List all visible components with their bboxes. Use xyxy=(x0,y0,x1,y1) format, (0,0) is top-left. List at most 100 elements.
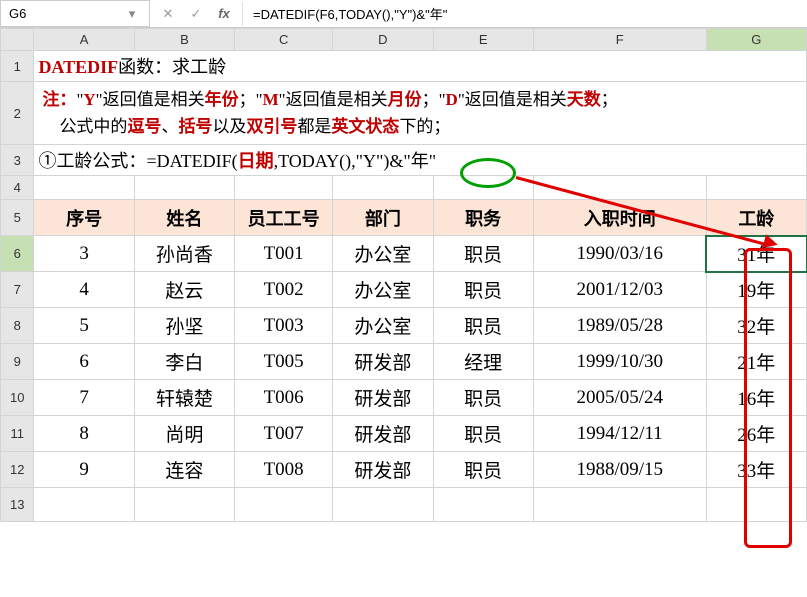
cell-A9[interactable]: 6 xyxy=(34,344,134,380)
row-header-11[interactable]: 11 xyxy=(1,416,34,452)
cell-A4[interactable] xyxy=(34,176,134,200)
row-header-4[interactable]: 4 xyxy=(1,176,34,200)
hdr-dept[interactable]: 部门 xyxy=(333,200,433,236)
col-header-G[interactable]: G xyxy=(706,29,806,51)
formula-input[interactable]: =DATEDIF(F6,TODAY(),"Y")&"年" xyxy=(243,2,807,25)
hdr-hiredate[interactable]: 入职时间 xyxy=(533,200,706,236)
name-box[interactable]: G6 ▾ xyxy=(0,0,150,27)
cell-G9[interactable]: 21年 xyxy=(706,344,806,380)
cell-A11[interactable]: 8 xyxy=(34,416,134,452)
cell-C10[interactable]: T006 xyxy=(235,380,333,416)
cell-B11[interactable]: 尚明 xyxy=(134,416,234,452)
cell-title[interactable]: DATEDIF函数：求工龄 xyxy=(34,51,807,82)
cell-C11[interactable]: T007 xyxy=(235,416,333,452)
col-header-C[interactable]: C xyxy=(235,29,333,51)
col-header-A[interactable]: A xyxy=(34,29,134,51)
cell-D9[interactable]: 研发部 xyxy=(333,344,433,380)
cell-C7[interactable]: T002 xyxy=(235,272,333,308)
cell-A7[interactable]: 4 xyxy=(34,272,134,308)
row-header-3[interactable]: 3 xyxy=(1,145,34,176)
hdr-name[interactable]: 姓名 xyxy=(134,200,234,236)
cell-E7[interactable]: 职员 xyxy=(433,272,533,308)
cancel-formula-icon[interactable]: ✕ xyxy=(154,2,182,26)
cell-C4[interactable] xyxy=(235,176,333,200)
cell-D4[interactable] xyxy=(333,176,433,200)
row-header-6[interactable]: 6 xyxy=(1,236,34,272)
cell-G4[interactable] xyxy=(706,176,806,200)
row-header-5[interactable]: 5 xyxy=(1,200,34,236)
cell-F8[interactable]: 1989/05/28 xyxy=(533,308,706,344)
fx-icon[interactable]: fx xyxy=(210,2,238,26)
cell-B9[interactable]: 李白 xyxy=(134,344,234,380)
cell-D6[interactable]: 办公室 xyxy=(333,236,433,272)
col-header-F[interactable]: F xyxy=(533,29,706,51)
cell-E11[interactable]: 职员 xyxy=(433,416,533,452)
row-header-7[interactable]: 7 xyxy=(1,272,34,308)
row-header-1[interactable]: 1 xyxy=(1,51,34,82)
hdr-pos[interactable]: 职务 xyxy=(433,200,533,236)
cell-E6[interactable]: 职员 xyxy=(433,236,533,272)
cell-F6[interactable]: 1990/03/16 xyxy=(533,236,706,272)
cell-F12[interactable]: 1988/09/15 xyxy=(533,452,706,488)
hdr-seq[interactable]: 序号 xyxy=(34,200,134,236)
hdr-tenure[interactable]: 工龄 xyxy=(706,200,806,236)
cell-E10[interactable]: 职员 xyxy=(433,380,533,416)
cell-A13[interactable] xyxy=(34,488,134,522)
cell-F11[interactable]: 1994/12/11 xyxy=(533,416,706,452)
cell-B13[interactable] xyxy=(134,488,234,522)
cell-F10[interactable]: 2005/05/24 xyxy=(533,380,706,416)
cell-B7[interactable]: 赵云 xyxy=(134,272,234,308)
cell-G12[interactable]: 33年 xyxy=(706,452,806,488)
name-box-dropdown-icon[interactable]: ▾ xyxy=(123,5,141,23)
cell-E8[interactable]: 职员 xyxy=(433,308,533,344)
cell-E12[interactable]: 职员 xyxy=(433,452,533,488)
cell-G7[interactable]: 19年 xyxy=(706,272,806,308)
hdr-empid[interactable]: 员工工号 xyxy=(235,200,333,236)
cell-D11[interactable]: 研发部 xyxy=(333,416,433,452)
cell-G11[interactable]: 26年 xyxy=(706,416,806,452)
col-header-E[interactable]: E xyxy=(433,29,533,51)
select-all-corner[interactable] xyxy=(1,29,34,51)
cell-E13[interactable] xyxy=(433,488,533,522)
row-header-13[interactable]: 13 xyxy=(1,488,34,522)
cell-note[interactable]: 注："Y"返回值是相关年份；"M"返回值是相关月份；"D"返回值是相关天数； 公… xyxy=(34,82,807,145)
cell-G6-selected[interactable]: 31年 xyxy=(706,236,806,272)
cell-D7[interactable]: 办公室 xyxy=(333,272,433,308)
cell-C12[interactable]: T008 xyxy=(235,452,333,488)
cell-A10[interactable]: 7 xyxy=(34,380,134,416)
cell-E4[interactable] xyxy=(433,176,533,200)
col-header-B[interactable]: B xyxy=(134,29,234,51)
cell-D13[interactable] xyxy=(333,488,433,522)
row-header-12[interactable]: 12 xyxy=(1,452,34,488)
cell-D8[interactable]: 办公室 xyxy=(333,308,433,344)
cell-F13[interactable] xyxy=(533,488,706,522)
cell-C13[interactable] xyxy=(235,488,333,522)
cell-B10[interactable]: 轩辕楚 xyxy=(134,380,234,416)
cell-G13[interactable] xyxy=(706,488,806,522)
row-header-2[interactable]: 2 xyxy=(1,82,34,145)
cell-A6[interactable]: 3 xyxy=(34,236,134,272)
cell-B8[interactable]: 孙坚 xyxy=(134,308,234,344)
cell-G10[interactable]: 16年 xyxy=(706,380,806,416)
cell-G8[interactable]: 32年 xyxy=(706,308,806,344)
row-header-9[interactable]: 9 xyxy=(1,344,34,380)
cell-formula-demo[interactable]: ①工龄公式：=DATEDIF(日期,TODAY(),"Y")&"年" xyxy=(34,145,807,176)
cell-A8[interactable]: 5 xyxy=(34,308,134,344)
cell-C6[interactable]: T001 xyxy=(235,236,333,272)
cell-C8[interactable]: T003 xyxy=(235,308,333,344)
cell-C9[interactable]: T005 xyxy=(235,344,333,380)
cell-F9[interactable]: 1999/10/30 xyxy=(533,344,706,380)
confirm-formula-icon[interactable]: ✓ xyxy=(182,2,210,26)
cell-A12[interactable]: 9 xyxy=(34,452,134,488)
row-header-10[interactable]: 10 xyxy=(1,380,34,416)
col-header-D[interactable]: D xyxy=(333,29,433,51)
cell-D12[interactable]: 研发部 xyxy=(333,452,433,488)
cell-B6[interactable]: 孙尚香 xyxy=(134,236,234,272)
cell-B12[interactable]: 连容 xyxy=(134,452,234,488)
cell-F4[interactable] xyxy=(533,176,706,200)
cell-E9[interactable]: 经理 xyxy=(433,344,533,380)
cell-F7[interactable]: 2001/12/03 xyxy=(533,272,706,308)
cell-B4[interactable] xyxy=(134,176,234,200)
row-header-8[interactable]: 8 xyxy=(1,308,34,344)
cell-D10[interactable]: 研发部 xyxy=(333,380,433,416)
